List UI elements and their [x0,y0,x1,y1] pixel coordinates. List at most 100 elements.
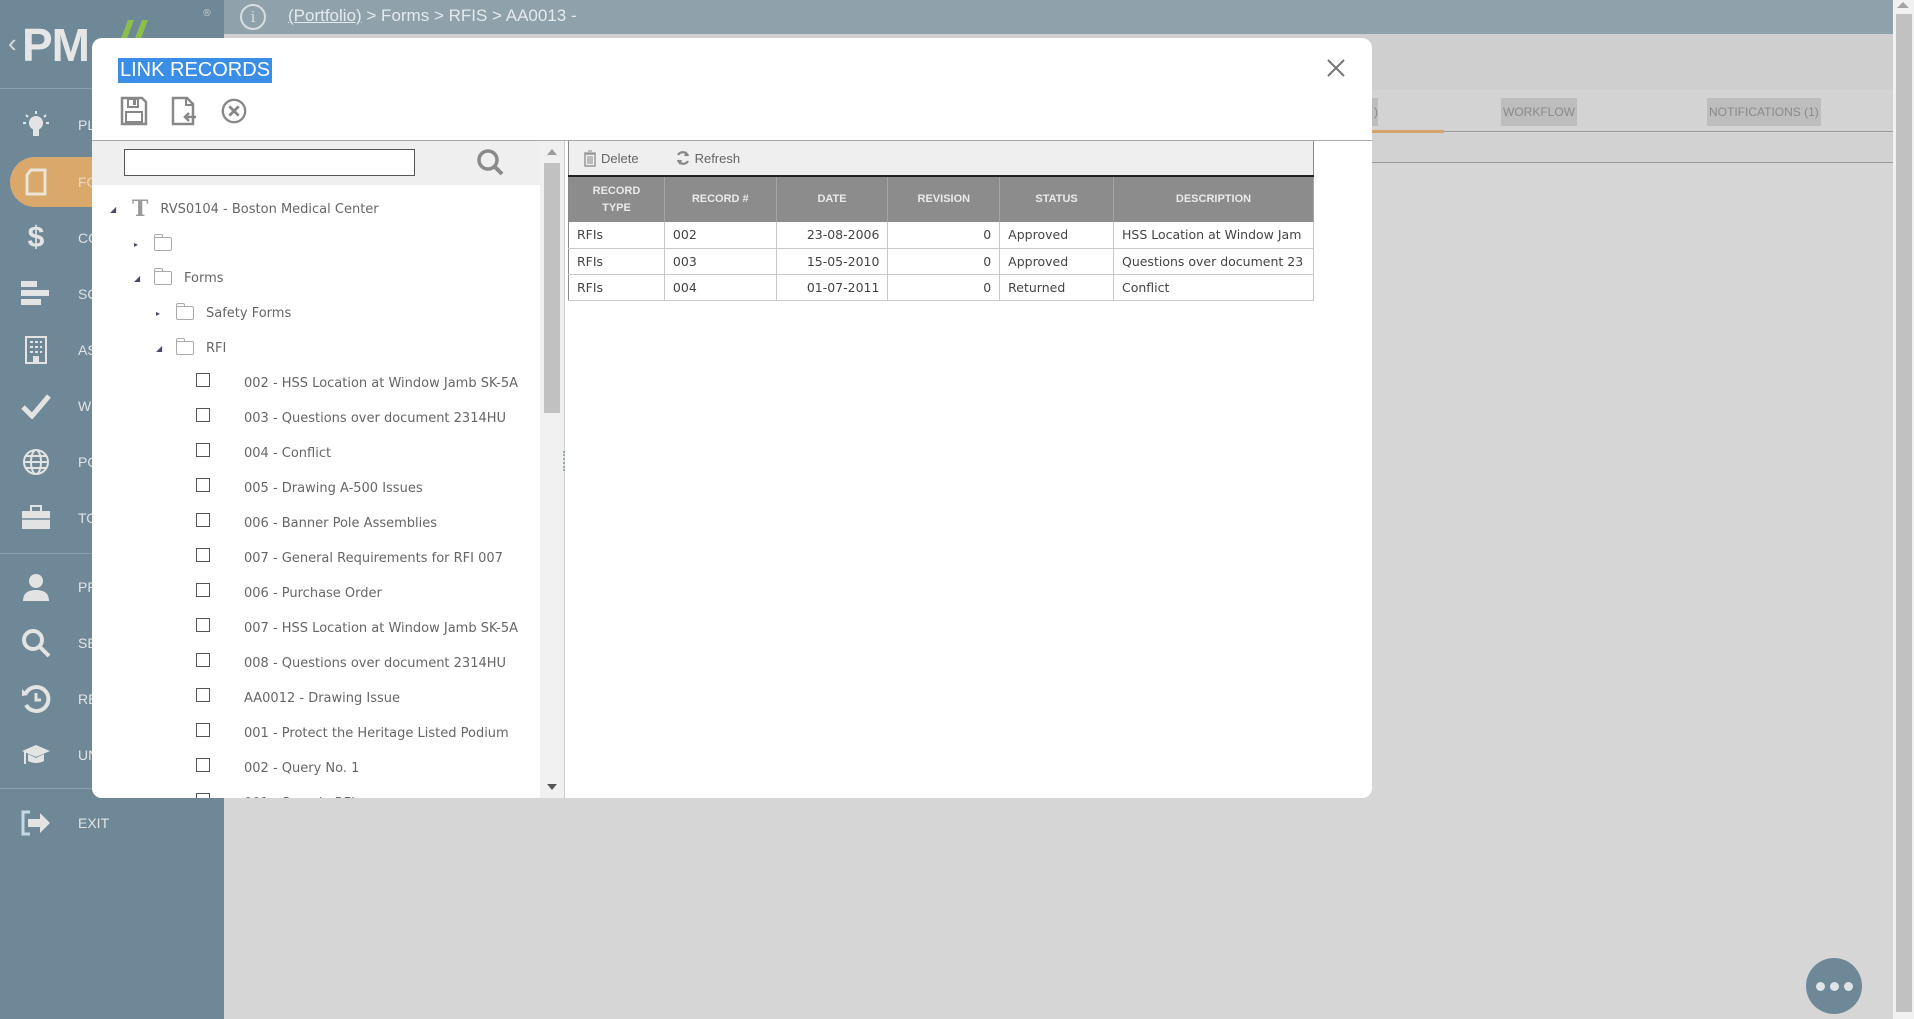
record-label: 002 - Query No. 1 [244,760,360,776]
tree-scrollbar-thumb[interactable] [544,163,560,413]
page-scrollbar[interactable] [1893,0,1914,1019]
search-icon[interactable] [475,147,505,177]
record-checkbox[interactable] [196,513,210,527]
record-checkbox[interactable] [196,653,210,667]
table-row[interactable]: RFIs 004 01-07-2011 0 Returned Conflict [568,274,1315,301]
expanded-triangle-icon[interactable]: ◢ [134,274,144,283]
tree-record-item[interactable]: AA0012 - Drawing Issue [196,687,400,709]
table-cell: Approved [999,248,1114,275]
tree-panel: ◢ T RVS0104 - Boston Medical Center ▸ ◢ … [92,141,565,798]
delete-button[interactable]: Delete [583,149,639,167]
tree-record-item[interactable]: 008 - Questions over document 2314HU [196,652,506,674]
table-cell: HSS Location at Window Jam [1113,222,1315,249]
record-checkbox[interactable] [196,618,210,632]
tree-node-folder[interactable]: ▸ [134,233,184,255]
collapsed-triangle-icon[interactable]: ▸ [134,240,144,249]
tree-record-item[interactable]: 002 - HSS Location at Window Jamb SK-5A [196,372,518,394]
table-cell: Conflict [1113,274,1315,301]
table-cell: 004 [664,274,777,301]
tree-node-forms[interactable]: ◢ Forms [134,267,224,289]
tree-record-item[interactable]: 003 - Questions over document 2314HU [196,407,506,429]
cancel-icon[interactable] [220,96,248,126]
collapsed-triangle-icon[interactable]: ▸ [156,309,166,318]
table-cell: Returned [999,274,1114,301]
tree-node-safety-forms[interactable]: ▸ Safety Forms [156,302,291,324]
scroll-down-arrow-icon[interactable] [547,784,557,790]
tree-record-item[interactable]: 002 - Query No. 1 [196,757,359,779]
column-header[interactable]: DATE [776,176,889,222]
checkmark-icon [14,390,58,422]
document-icon [14,166,58,198]
record-label: 007 - HSS Location at Window Jamb SK-5A [244,620,518,636]
sidebar-item-exit[interactable]: EXIT [0,798,224,848]
record-checkbox[interactable] [196,583,210,597]
table-cell: 0 [887,222,1001,249]
table-row[interactable]: RFIs 002 23-08-2006 0 Approved HSS Location a… [568,222,1315,249]
tree-record-item[interactable]: 005 - Drawing A-500 Issues [196,477,423,499]
table-row[interactable]: RFIs 003 15-05-2010 0 Approved Questions over… [568,248,1315,275]
close-icon[interactable] [1322,54,1350,82]
record-checkbox[interactable] [196,408,210,422]
table-cell: RFIs [568,248,665,275]
tree-record-item[interactable]: 007 - HSS Location at Window Jamb SK-5A [196,617,518,639]
tree-record-item[interactable]: 006 - Purchase Order [196,582,382,604]
trash-icon [584,149,596,167]
breadcrumb-portfolio-link[interactable]: (Portfolio) [288,6,362,25]
collapse-sidebar-icon[interactable]: ‹ [8,28,17,59]
record-checkbox[interactable] [196,548,210,562]
panel-splitter-handle[interactable] [563,451,565,471]
import-icon[interactable] [170,96,198,126]
record-label: 006 - Banner Pole Assemblies [244,515,438,531]
tree-record-item[interactable]: 001 - Sample RFI [196,792,355,798]
tree-node-project[interactable]: ◢ T RVS0104 - Boston Medical Center [110,196,379,222]
record-checkbox[interactable] [196,688,210,702]
column-header[interactable]: RECORD TYPE [568,176,665,222]
expanded-triangle-icon[interactable]: ◢ [156,344,166,353]
chat-more-button[interactable] [1806,958,1862,1014]
save-icon[interactable] [120,96,148,126]
scroll-up-arrow-icon[interactable] [547,149,557,155]
record-checkbox[interactable] [196,478,210,492]
tree-search-input[interactable] [124,149,415,176]
user-icon [14,571,58,603]
record-label: 006 - Purchase Order [244,585,382,601]
column-header[interactable]: RECORD # [664,176,777,222]
record-checkbox[interactable] [196,758,210,772]
column-header[interactable]: REVISION [887,176,1001,222]
tab-workflow[interactable]: WORKFLOW [1501,98,1577,126]
record-checkbox[interactable] [196,793,210,798]
tree-record-item[interactable]: 006 - Banner Pole Assemblies [196,512,437,534]
tree-search-bar [92,141,540,185]
registered-mark: ® [202,8,212,19]
info-icon[interactable]: i [240,4,266,30]
record-label: 002 - HSS Location at Window Jamb SK-5A [244,375,518,391]
scroll-up-arrow-icon[interactable] [1897,2,1909,8]
tree-node-rfi[interactable]: ◢ RFI [156,337,226,359]
table-cell: 003 [664,248,777,275]
record-checkbox[interactable] [196,723,210,737]
record-label: 008 - Questions over document 2314HU [244,655,507,671]
tab-notifications[interactable]: NOTIFICATIONS (1) [1707,98,1821,126]
tree-record-item[interactable]: 007 - General Requirements for RFI 007 [196,547,503,569]
column-header[interactable]: DESCRIPTION [1113,176,1315,222]
column-header[interactable]: STATUS [999,176,1114,222]
exit-icon [14,807,58,839]
expanded-triangle-icon[interactable]: ◢ [110,205,120,214]
record-checkbox[interactable] [196,443,210,457]
tree-record-item[interactable]: 001 - Protect the Heritage Listed Podium [196,722,509,744]
record-label: 001 - Sample RFI [244,796,355,799]
record-checkbox[interactable] [196,373,210,387]
lightbulb-icon [14,109,58,141]
record-label: 005 - Drawing A-500 Issues [244,480,423,496]
table-cell: 23-08-2006 [776,222,889,249]
refresh-icon [676,151,689,165]
tree-record-item[interactable]: 004 - Conflict [196,442,331,464]
table-cell: 15-05-2010 [776,248,889,275]
tab-partial[interactable]: ) [1372,98,1378,126]
tree-scrollbar[interactable] [540,141,564,798]
refresh-button[interactable]: Refresh [675,150,740,166]
scrollbar-thumb[interactable] [1896,14,1912,1012]
globe-icon [14,446,58,478]
project-t-icon: T [132,196,149,222]
record-label: AA0012 - Drawing Issue [244,690,400,706]
